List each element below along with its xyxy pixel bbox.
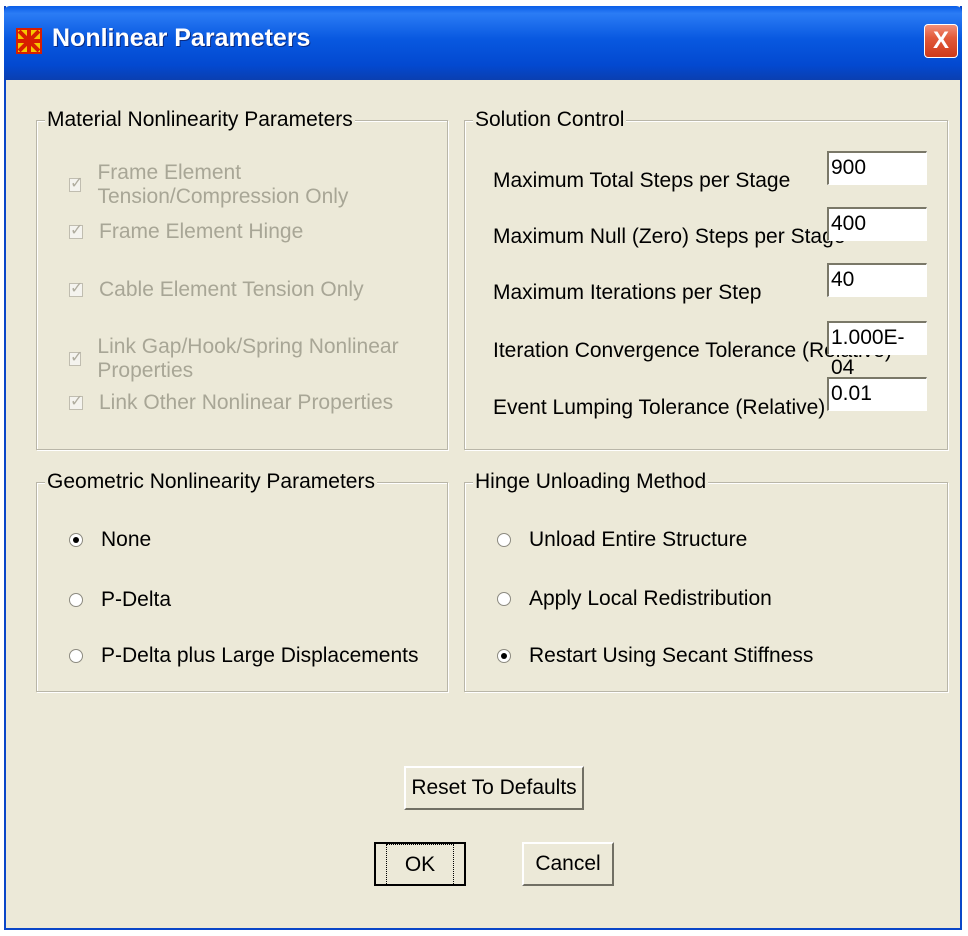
ok-button[interactable]: OK <box>374 842 466 886</box>
checkbox-label: Link Other Nonlinear Properties <box>99 391 394 414</box>
checkbox-cable-tension[interactable]: Cable Element Tension Only <box>69 278 364 302</box>
group-title: Solution Control <box>473 108 627 132</box>
checkbox-label: Frame Element Hinge <box>99 220 304 243</box>
checkbox[interactable] <box>69 173 84 193</box>
reset-to-defaults-button[interactable]: Reset To Defaults <box>404 766 584 810</box>
radio-secant-stiffness[interactable]: Restart Using Secant Stiffness <box>497 644 813 668</box>
checkbox[interactable] <box>69 347 84 367</box>
checkbox-label: Frame Element Tension/Compression Only <box>97 161 349 208</box>
max-iterations-label: Maximum Iterations per Step <box>493 281 762 304</box>
radio-button[interactable] <box>497 649 511 663</box>
event-lumping-tolerance-input[interactable]: 0.01 <box>827 377 927 411</box>
ok-label: OK <box>385 844 455 886</box>
radio-button[interactable] <box>69 649 83 663</box>
window-title: Nonlinear Parameters <box>52 24 311 52</box>
radio-unload-entire[interactable]: Unload Entire Structure <box>497 528 747 552</box>
radio-geometric-pdelta-large[interactable]: P-Delta plus Large Displacements <box>69 644 418 668</box>
app-logo-icon <box>16 28 42 54</box>
geometric-nonlinearity-group: Geometric Nonlinearity Parameters None P… <box>36 470 448 692</box>
checkbox-label: Cable Element Tension Only <box>99 278 364 301</box>
radio-button[interactable] <box>69 533 83 547</box>
radio-label: P-Delta plus Large Displacements <box>101 644 419 667</box>
radio-geometric-pdelta[interactable]: P-Delta <box>69 588 171 612</box>
radio-label: Restart Using Secant Stiffness <box>529 644 814 667</box>
checkbox[interactable] <box>69 391 83 411</box>
radio-label: P-Delta <box>101 588 172 611</box>
checkbox-link-gap-hook-spring[interactable]: Link Gap/Hook/Spring Nonlinear Propertie… <box>69 335 447 383</box>
radio-label: Unload Entire Structure <box>529 528 748 551</box>
radio-local-redistribution[interactable]: Apply Local Redistribution <box>497 587 772 611</box>
radio-button[interactable] <box>69 593 83 607</box>
title-bar[interactable]: Nonlinear Parameters X <box>4 6 962 80</box>
radio-geometric-none[interactable]: None <box>69 528 151 552</box>
max-total-steps-input[interactable]: 900 <box>827 151 927 185</box>
checkbox-frame-tension-compression[interactable]: Frame Element Tension/Compression Only <box>69 161 447 209</box>
checkbox[interactable] <box>69 278 83 298</box>
hinge-unloading-group: Hinge Unloading Method Unload Entire Str… <box>464 470 948 692</box>
group-title: Hinge Unloading Method <box>473 470 709 494</box>
cancel-button[interactable]: Cancel <box>522 842 614 886</box>
max-total-steps-label: Maximum Total Steps per Stage <box>493 169 791 192</box>
max-iterations-input[interactable]: 40 <box>827 263 927 297</box>
radio-label: Apply Local Redistribution <box>529 587 772 610</box>
checkbox-label: Link Gap/Hook/Spring Nonlinear Propertie… <box>97 335 399 382</box>
solution-control-group: Solution Control Maximum Total Steps per… <box>464 108 948 450</box>
radio-button[interactable] <box>497 592 511 606</box>
group-title: Geometric Nonlinearity Parameters <box>45 470 377 494</box>
group-title: Material Nonlinearity Parameters <box>45 108 355 132</box>
nonlinear-parameters-dialog: Nonlinear Parameters X Material Nonlinea… <box>4 6 962 930</box>
event-lumping-tolerance-label: Event Lumping Tolerance (Relative) <box>493 396 826 419</box>
radio-label: None <box>101 528 152 551</box>
max-null-steps-label: Maximum Null (Zero) Steps per Stage <box>493 225 846 248</box>
checkbox-frame-hinge[interactable]: Frame Element Hinge <box>69 220 303 244</box>
close-button[interactable]: X <box>924 24 958 58</box>
material-nonlinearity-group: Material Nonlinearity Parameters Frame E… <box>36 108 448 450</box>
radio-button[interactable] <box>497 533 511 547</box>
convergence-tolerance-input[interactable]: 1.000E-04 <box>827 321 927 379</box>
checkbox-link-other[interactable]: Link Other Nonlinear Properties <box>69 391 393 415</box>
max-null-steps-input[interactable]: 400 <box>827 207 927 241</box>
checkbox[interactable] <box>69 220 83 240</box>
